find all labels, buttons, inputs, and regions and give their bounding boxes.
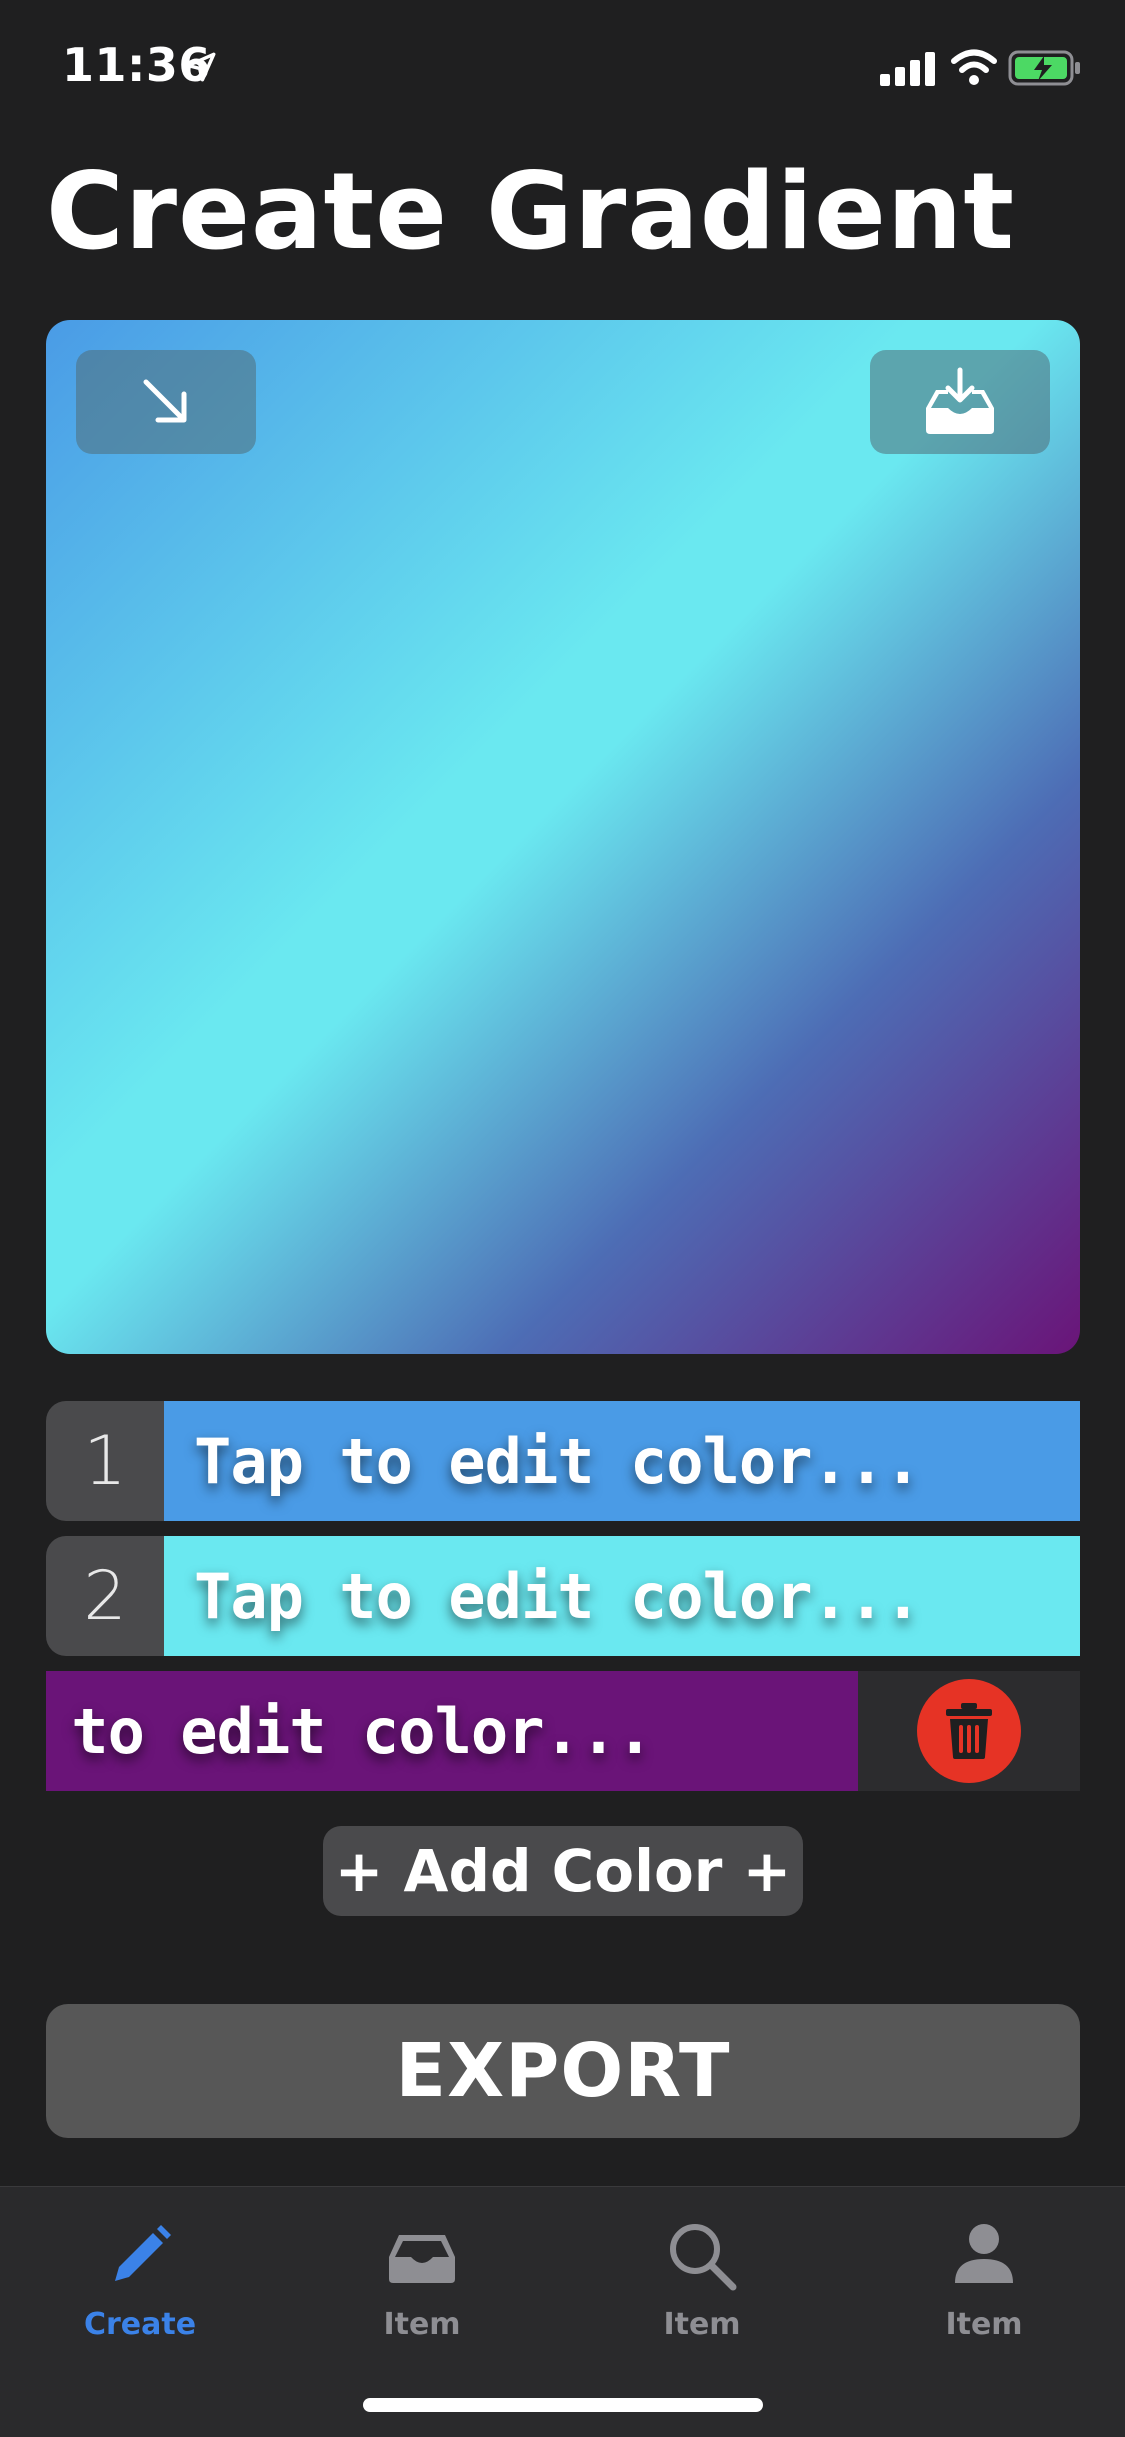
wifi-icon	[951, 49, 997, 85]
color-swatch[interactable]: Tap to edit color...	[164, 1536, 1080, 1656]
color-swatch[interactable]: Tap to edit color...	[46, 1671, 858, 1791]
edit-color-hint: Tap to edit color...	[194, 1559, 922, 1633]
tab-create[interactable]: Create	[40, 2217, 240, 2342]
color-swatch[interactable]: Tap to edit color...	[164, 1401, 1080, 1521]
tab-item-2[interactable]: Item	[602, 2217, 802, 2342]
delete-color-button[interactable]	[917, 1679, 1021, 1783]
tab-label: Item	[663, 2307, 741, 2342]
battery-charging-icon	[1008, 50, 1080, 86]
gradient-preview	[46, 320, 1080, 1354]
color-row-1[interactable]: 1 Tap to edit color...	[46, 1401, 1080, 1521]
color-row-2[interactable]: 2 Tap to edit color...	[46, 1536, 1080, 1656]
home-indicator	[363, 2398, 763, 2412]
tray-download-icon	[926, 367, 994, 434]
export-button[interactable]: EXPORT	[46, 2004, 1080, 2138]
delete-action-area	[858, 1671, 1080, 1791]
add-color-button[interactable]: + Add Color +	[323, 1826, 803, 1916]
location-arrow-icon	[186, 52, 216, 82]
color-index: 2	[46, 1536, 164, 1656]
color-row-3[interactable]: Tap to edit color...	[46, 1671, 1080, 1791]
color-index: 1	[46, 1401, 164, 1521]
tab-item-3[interactable]: Item	[884, 2217, 1084, 2342]
edit-color-hint: Tap to edit color...	[194, 1424, 922, 1498]
pencil-icon	[115, 2225, 171, 2281]
cellular-signal-icon	[880, 52, 935, 86]
tab-label: Item	[945, 2307, 1023, 2342]
save-gradient-button[interactable]	[870, 350, 1050, 454]
tab-label: Create	[83, 2307, 197, 2342]
gradient-direction-button[interactable]	[76, 350, 256, 454]
inbox-icon	[389, 2235, 455, 2283]
trash-icon	[946, 1703, 992, 1759]
search-icon	[670, 2224, 737, 2291]
tab-label: Item	[383, 2307, 461, 2342]
page-title: Create Gradient	[46, 150, 1015, 273]
edit-color-hint: Tap to edit color...	[46, 1694, 654, 1768]
tab-item-1[interactable]: Item	[322, 2217, 522, 2342]
person-icon	[955, 2224, 1013, 2283]
arrow-down-right-icon	[143, 379, 187, 423]
